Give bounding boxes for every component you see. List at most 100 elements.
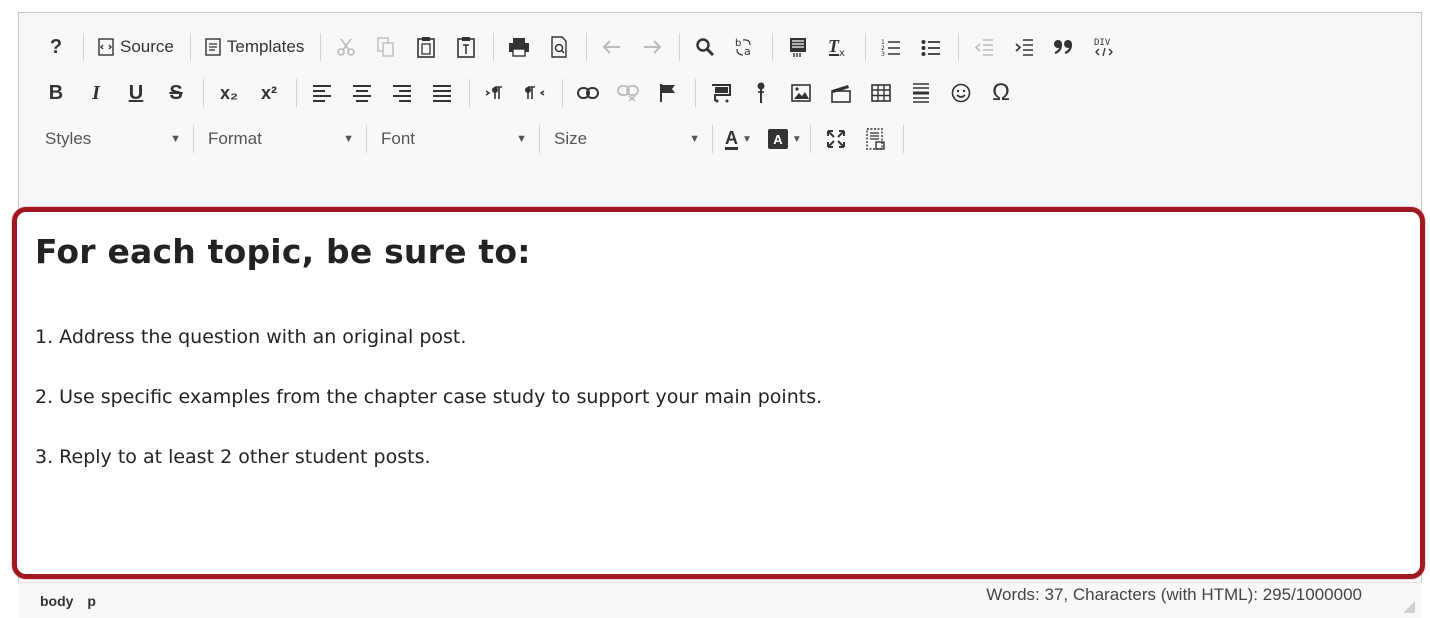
- templates-button[interactable]: Templates: [199, 30, 310, 64]
- bold-button[interactable]: B: [39, 76, 73, 110]
- text-color-button[interactable]: A ▼: [721, 129, 756, 150]
- remove-format-button[interactable]: Tx: [821, 30, 855, 64]
- help-button[interactable]: ?: [39, 30, 73, 64]
- toolbar-separator: [679, 33, 681, 61]
- smiley-button[interactable]: [944, 76, 978, 110]
- scissors-icon: [337, 38, 356, 56]
- quote-icon: [1054, 40, 1073, 55]
- toolbar-separator: [193, 125, 194, 153]
- source-button[interactable]: Source: [92, 30, 180, 64]
- toolbar-separator: [539, 125, 540, 153]
- select-all-icon: [790, 38, 807, 57]
- size-dropdown[interactable]: Size ▼: [548, 123, 708, 155]
- increase-indent-button[interactable]: [1007, 30, 1041, 64]
- align-right-icon: [393, 85, 411, 102]
- align-center-button[interactable]: [345, 76, 379, 110]
- svg-text:x: x: [839, 48, 845, 58]
- toolbar-separator: [469, 79, 470, 107]
- anchor-button[interactable]: [651, 76, 685, 110]
- redo-button[interactable]: [635, 30, 669, 64]
- undo-button[interactable]: [595, 30, 629, 64]
- text-color-icon: A: [725, 127, 738, 150]
- editor-body: For each topic, be sure to: 1. Address t…: [35, 232, 1402, 468]
- preview-button[interactable]: [542, 30, 576, 64]
- show-blocks-icon: [866, 128, 885, 150]
- list-item: 2. Use specific examples from the chapte…: [35, 386, 823, 408]
- citation-button[interactable]: [744, 76, 778, 110]
- toolbar-separator: [493, 33, 495, 61]
- toolbar-separator: [809, 125, 811, 153]
- path-item-p[interactable]: p: [87, 593, 96, 609]
- undo-icon: [602, 40, 621, 54]
- store-button[interactable]: [704, 76, 738, 110]
- toolbar-separator: [865, 33, 867, 61]
- justify-button[interactable]: [425, 76, 459, 110]
- link-button[interactable]: [571, 76, 605, 110]
- special-character-button[interactable]: Ω: [984, 76, 1018, 110]
- toolbar-separator: [902, 125, 904, 153]
- movie-button[interactable]: [824, 76, 858, 110]
- find-button[interactable]: [688, 30, 722, 64]
- maximize-button[interactable]: [819, 122, 853, 156]
- blockquote-button[interactable]: [1047, 30, 1081, 64]
- format-label: Format: [208, 129, 262, 148]
- align-left-icon: [313, 85, 331, 102]
- toolbar-row-3: Styles ▼ Format ▼ Font ▼ Size ▼ A ▼ A ▼: [39, 119, 912, 159]
- chevron-down-icon: ▼: [742, 133, 752, 145]
- chevron-down-icon: ▼: [343, 133, 354, 145]
- underline-button[interactable]: U: [119, 76, 153, 110]
- toolbar-separator: [189, 33, 191, 61]
- superscript-button[interactable]: x²: [252, 76, 286, 110]
- rtl-button[interactable]: [518, 76, 552, 110]
- top-strip: [0, 0, 1430, 12]
- bulleted-list-button[interactable]: [914, 30, 948, 64]
- chevron-down-icon: ▼: [689, 133, 700, 145]
- unlink-button[interactable]: [611, 76, 645, 110]
- italic-button[interactable]: I: [79, 76, 113, 110]
- flag-icon: [660, 84, 675, 102]
- resize-handle-icon[interactable]: [1402, 600, 1416, 614]
- numbered-list-button[interactable]: 123: [874, 30, 908, 64]
- path-item-body[interactable]: body: [40, 593, 73, 609]
- div-icon: DIV: [1094, 38, 1114, 57]
- paste-button[interactable]: [409, 30, 443, 64]
- toolbar-separator: [366, 125, 367, 153]
- replace-button[interactable]: ba: [728, 30, 762, 64]
- paste-text-button[interactable]: [449, 30, 483, 64]
- decrease-indent-button[interactable]: [967, 30, 1001, 64]
- justify-icon: [433, 85, 451, 102]
- editor-toolbar: ? Source Templates b a T x 1 2 3 DIV B I…: [19, 13, 1421, 203]
- link-icon: [577, 87, 599, 99]
- table-button[interactable]: [864, 76, 898, 110]
- background-color-icon: A: [767, 129, 788, 149]
- svg-text:a: a: [744, 45, 751, 58]
- format-dropdown[interactable]: Format ▼: [202, 123, 362, 155]
- content-heading: For each topic, be sure to:: [35, 232, 531, 271]
- div-container-button[interactable]: DIV: [1087, 30, 1121, 64]
- copy-button[interactable]: [369, 30, 403, 64]
- align-left-button[interactable]: [305, 76, 339, 110]
- print-button[interactable]: [502, 30, 536, 64]
- cart-icon: [712, 84, 731, 103]
- show-blocks-button[interactable]: [859, 122, 893, 156]
- editor-content-area[interactable]: For each topic, be sure to: 1. Address t…: [12, 207, 1425, 579]
- select-all-button[interactable]: [781, 30, 815, 64]
- align-right-button[interactable]: [385, 76, 419, 110]
- chevron-down-icon: ▼: [791, 133, 802, 145]
- cut-button[interactable]: [329, 30, 363, 64]
- subscript-button[interactable]: x₂: [212, 76, 246, 110]
- image-button[interactable]: [784, 76, 818, 110]
- toolbar-separator: [772, 33, 774, 61]
- toolbar-separator: [586, 33, 588, 61]
- horizontal-line-button[interactable]: [904, 76, 938, 110]
- ltr-icon: [485, 86, 502, 99]
- copy-icon: [377, 37, 395, 57]
- ltr-button[interactable]: [478, 76, 512, 110]
- strikethrough-button[interactable]: S: [159, 76, 193, 110]
- align-center-icon: [353, 85, 371, 102]
- styles-dropdown[interactable]: Styles ▼: [39, 123, 189, 155]
- element-path: body p: [40, 593, 106, 609]
- background-color-button[interactable]: A ▼: [764, 129, 806, 149]
- font-dropdown[interactable]: Font ▼: [375, 123, 535, 155]
- word-count: Words: 37, Characters (with HTML): 295/1…: [986, 585, 1362, 604]
